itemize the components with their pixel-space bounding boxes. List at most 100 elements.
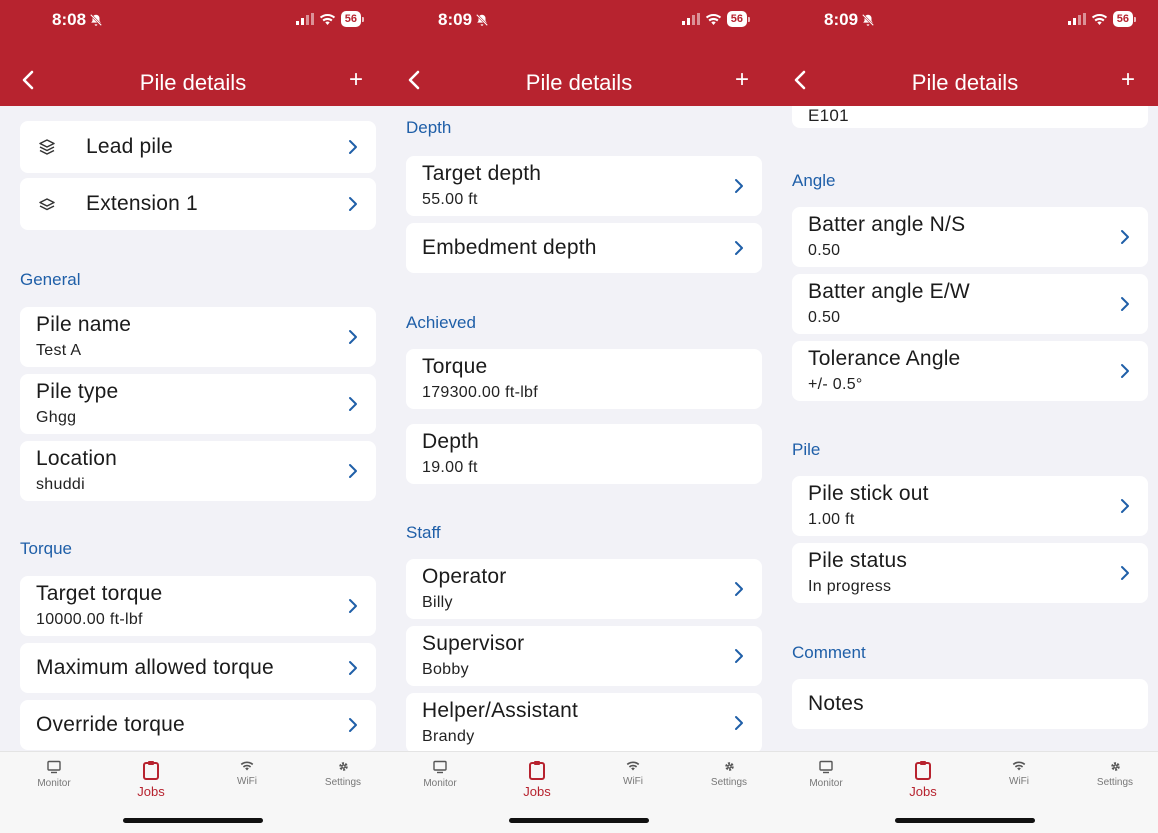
screen-2: 8:09 56 Pile details + Depth Target dept… bbox=[386, 0, 772, 833]
row-label: Lead pile bbox=[86, 135, 174, 158]
tolerance-angle-row[interactable]: Tolerance Angle +/- 0.5° bbox=[792, 341, 1148, 401]
row-label: Batter angle N/S bbox=[808, 213, 966, 236]
row-value: 55.00 ft bbox=[422, 191, 478, 208]
target-depth-row[interactable]: Target depth 55.00 ft bbox=[406, 156, 762, 216]
tab-wifi[interactable]: WiFi bbox=[593, 760, 673, 787]
section-staff: Staff bbox=[406, 523, 441, 542]
notes-field[interactable]: Notes bbox=[792, 679, 1148, 729]
batter-angle-ns-row[interactable]: Batter angle N/S 0.50 bbox=[792, 207, 1148, 267]
row-value: In progress bbox=[808, 578, 892, 595]
home-indicator bbox=[509, 818, 649, 823]
row-value: 10000.00 ft-lbf bbox=[36, 611, 143, 628]
nav-header: 8:09 56 Pile details + bbox=[386, 0, 772, 106]
batter-angle-ew-row[interactable]: Batter angle E/W 0.50 bbox=[792, 274, 1148, 334]
row-label: Target depth bbox=[422, 162, 542, 185]
clock: 8:09 bbox=[438, 10, 473, 29]
supervisor-row[interactable]: Supervisor Bobby bbox=[406, 626, 762, 686]
tab-settings[interactable]: Settings bbox=[303, 760, 383, 788]
tab-bar: Monitor Jobs WiFi Settings bbox=[772, 751, 1158, 833]
tab-jobs[interactable]: Jobs bbox=[111, 760, 191, 799]
pile-type-row[interactable]: Pile type Ghgg bbox=[20, 374, 376, 434]
chevron-right-icon bbox=[349, 397, 357, 411]
row-label: Embedment depth bbox=[422, 236, 597, 259]
clock: 8:08 bbox=[52, 10, 87, 29]
row-label: Notes bbox=[808, 692, 864, 715]
bell-slash-icon bbox=[90, 13, 103, 27]
row-label: Target torque bbox=[36, 582, 163, 605]
gear-icon bbox=[724, 762, 734, 771]
tab-monitor[interactable]: Monitor bbox=[400, 760, 480, 789]
extension-1-row[interactable]: Extension 1 bbox=[20, 178, 376, 230]
tab-jobs[interactable]: Jobs bbox=[883, 760, 963, 799]
tab-bar: Monitor Jobs WiFi Settings bbox=[0, 751, 386, 833]
wifi-icon bbox=[240, 761, 254, 771]
monitor-icon bbox=[433, 760, 447, 774]
target-torque-row[interactable]: Target torque 10000.00 ft-lbf bbox=[20, 576, 376, 636]
chevron-right-icon bbox=[349, 661, 357, 675]
pile-status-row[interactable]: Pile status In progress bbox=[792, 543, 1148, 603]
override-torque-row[interactable]: Override torque bbox=[20, 700, 376, 750]
add-button[interactable]: + bbox=[344, 66, 368, 94]
maximum-allowed-torque-row[interactable]: Maximum allowed torque bbox=[20, 643, 376, 693]
tab-wifi[interactable]: WiFi bbox=[979, 760, 1059, 787]
clipboard-icon bbox=[915, 761, 931, 780]
row-label: Location bbox=[36, 447, 117, 470]
scrolled-row[interactable]: E101 bbox=[792, 106, 1148, 128]
page-title: Pile details bbox=[525, 70, 633, 95]
clock: 8:09 bbox=[824, 10, 859, 29]
pile-stick-out-row[interactable]: Pile stick out 1.00 ft bbox=[792, 476, 1148, 536]
wifi-icon bbox=[1012, 761, 1026, 771]
helper-assistant-row[interactable]: Helper/Assistant Brandy bbox=[406, 693, 762, 751]
chevron-right-icon bbox=[735, 716, 743, 730]
chevron-right-icon bbox=[1121, 566, 1129, 580]
clipboard-icon bbox=[143, 761, 159, 780]
tab-label: Monitor bbox=[423, 778, 457, 789]
add-button[interactable]: + bbox=[1116, 66, 1140, 94]
tab-label: Jobs bbox=[137, 784, 165, 799]
chevron-right-icon bbox=[1121, 230, 1129, 244]
tab-jobs[interactable]: Jobs bbox=[497, 760, 577, 799]
tab-wifi[interactable]: WiFi bbox=[207, 760, 287, 787]
signal-icon bbox=[681, 13, 700, 25]
monitor-icon bbox=[47, 760, 61, 774]
pile-details-list: Depth Target depth 55.00 ft Embedment de… bbox=[386, 106, 772, 751]
bell-slash-icon bbox=[862, 13, 875, 27]
monitor-icon bbox=[819, 760, 833, 774]
pile-name-row[interactable]: Pile name Test A bbox=[20, 307, 376, 367]
tab-settings[interactable]: Settings bbox=[1075, 760, 1155, 788]
section-pile: Pile bbox=[792, 440, 821, 459]
achieved-depth-row[interactable]: Depth 19.00 ft bbox=[406, 424, 762, 484]
tab-monitor[interactable]: Monitor bbox=[14, 760, 94, 789]
screen-3: 8:09 56 Pile details + E101 Angle Batter… bbox=[772, 0, 1158, 833]
tab-label: Jobs bbox=[523, 784, 551, 799]
section-achieved: Achieved bbox=[406, 313, 476, 332]
tab-label: Jobs bbox=[909, 784, 937, 799]
chevron-right-icon bbox=[349, 464, 357, 478]
achieved-torque-row[interactable]: Torque 179300.00 ft-lbf bbox=[406, 349, 762, 409]
row-value: 0.50 bbox=[808, 309, 841, 326]
battery-level: 56 bbox=[1112, 11, 1133, 27]
layers-icon bbox=[39, 198, 55, 211]
section-torque: Torque bbox=[20, 539, 72, 558]
chevron-right-icon bbox=[735, 179, 743, 193]
add-button[interactable]: + bbox=[730, 66, 754, 94]
row-label: Helper/Assistant bbox=[422, 699, 579, 722]
embedment-depth-row[interactable]: Embedment depth bbox=[406, 223, 762, 273]
row-value: Bobby bbox=[422, 661, 469, 678]
tab-monitor[interactable]: Monitor bbox=[786, 760, 866, 789]
section-comment: Comment bbox=[792, 643, 866, 662]
chevron-right-icon bbox=[1121, 297, 1129, 311]
operator-row[interactable]: Operator Billy bbox=[406, 559, 762, 619]
chevron-right-icon bbox=[349, 197, 357, 211]
row-label: Tolerance Angle bbox=[808, 347, 961, 370]
signal-icon bbox=[295, 13, 314, 25]
row-value: 19.00 ft bbox=[422, 459, 478, 476]
page-title: Pile details bbox=[911, 70, 1019, 95]
lead-pile-row[interactable]: Lead pile bbox=[20, 121, 376, 173]
chevron-right-icon bbox=[1121, 364, 1129, 378]
tab-settings[interactable]: Settings bbox=[689, 760, 769, 788]
status-indicators: 56 bbox=[1067, 11, 1136, 27]
status-indicators: 56 bbox=[681, 11, 750, 27]
clipboard-icon bbox=[529, 761, 545, 780]
location-row[interactable]: Location shuddi bbox=[20, 441, 376, 501]
